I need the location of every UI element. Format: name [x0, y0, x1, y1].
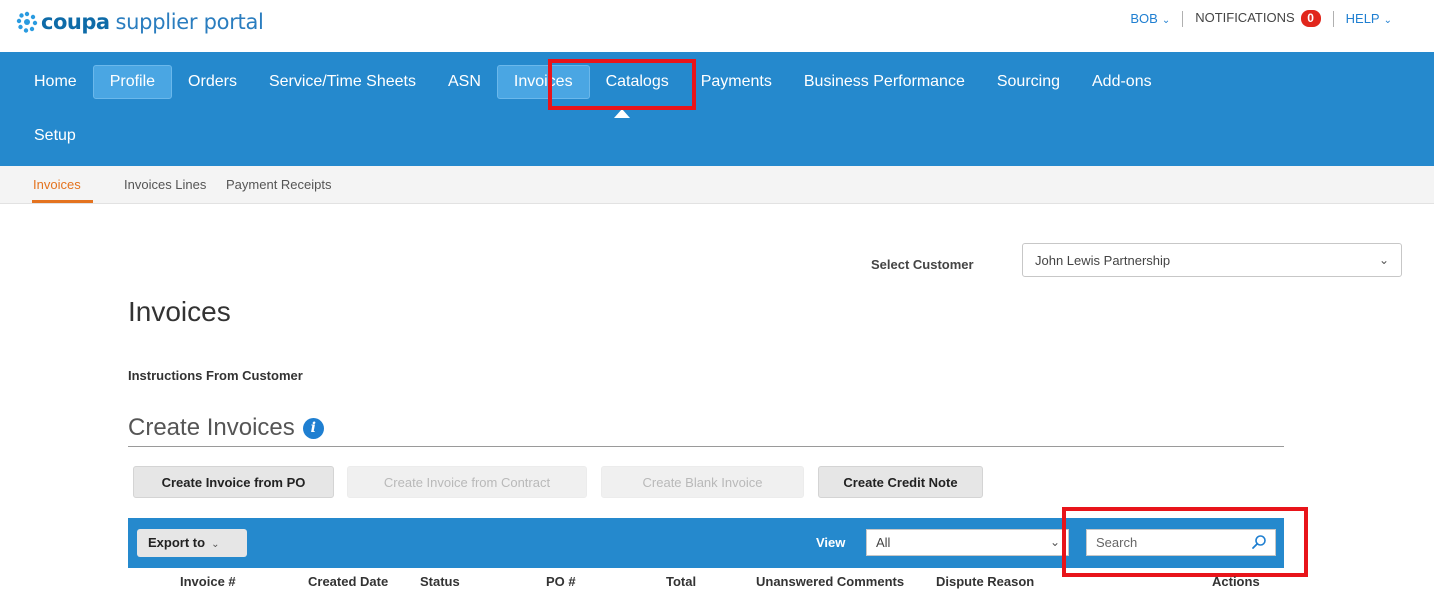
table-toolbar: Export to ⌄ View All ⌄	[128, 518, 1284, 568]
subnav-item-invoices-lines[interactable]: Invoices Lines	[124, 177, 206, 192]
nav-item-orders[interactable]: Orders	[172, 66, 253, 98]
view-select[interactable]: All ⌄	[866, 529, 1069, 556]
notifications-count-badge: 0	[1300, 10, 1321, 27]
notifications-label: NOTIFICATIONS	[1195, 10, 1295, 25]
instructions-heading: Instructions From Customer	[128, 368, 303, 383]
create-credit-note-button[interactable]: Create Credit Note	[818, 466, 983, 498]
column-header-created-date[interactable]: Created Date	[308, 574, 388, 589]
nav-item-sourcing[interactable]: Sourcing	[981, 66, 1076, 98]
account-links: BOB ⌄ NOTIFICATIONS 0 HELP ⌄	[1130, 10, 1392, 27]
subnav-item-payment-receipts[interactable]: Payment Receipts	[226, 177, 332, 192]
export-to-label: Export to	[148, 535, 206, 550]
column-header-invoice-number[interactable]: Invoice #	[180, 574, 236, 589]
export-to-button[interactable]: Export to ⌄	[137, 529, 247, 557]
subnav-item-invoices[interactable]: Invoices	[33, 177, 81, 192]
main-nav: Home Profile Orders Service/Time Sheets …	[0, 52, 1434, 166]
main-nav-row: Setup	[0, 118, 1434, 154]
create-blank-invoice-button[interactable]: Create Blank Invoice	[601, 466, 804, 498]
notifications-link[interactable]: NOTIFICATIONS 0	[1195, 10, 1321, 27]
active-subnav-underline	[32, 200, 93, 203]
user-name: BOB	[1130, 11, 1158, 26]
view-label: View	[816, 535, 846, 550]
help-label: HELP	[1345, 11, 1380, 26]
chevron-down-icon: ⌄	[1383, 15, 1392, 26]
search-icon[interactable]	[1251, 534, 1267, 550]
help-menu[interactable]: HELP ⌄	[1346, 11, 1392, 26]
column-header-dispute-reason[interactable]: Dispute Reason	[936, 574, 1034, 589]
chevron-down-icon: ⌄	[211, 539, 220, 550]
column-header-unanswered-comments[interactable]: Unanswered Comments	[756, 574, 904, 589]
user-menu[interactable]: BOB ⌄	[1130, 11, 1170, 26]
sub-nav: Invoices Invoices Lines Payment Receipts	[0, 166, 1434, 204]
section-divider	[128, 446, 1284, 447]
chevron-down-icon: ⌄	[1161, 15, 1171, 26]
select-customer-label: Select Customer	[871, 257, 974, 272]
search-input[interactable]	[1087, 530, 1242, 555]
separator	[1182, 10, 1184, 27]
column-header-actions: Actions	[1212, 574, 1260, 589]
nav-item-add-ons[interactable]: Add-ons	[1076, 66, 1168, 98]
view-select-value: All	[876, 535, 891, 550]
top-header: coupa supplier portal BOB ⌄ NOTIFICATIONS…	[0, 0, 1434, 52]
create-invoice-from-po-button[interactable]: Create Invoice from PO	[133, 466, 334, 498]
nav-item-business-performance[interactable]: Business Performance	[788, 66, 981, 98]
coupa-logo[interactable]: coupa supplier portal	[16, 6, 264, 38]
nav-item-catalogs[interactable]: Catalogs	[590, 66, 685, 98]
logo-tagline: supplier portal	[115, 10, 264, 34]
create-invoice-from-contract-button[interactable]: Create Invoice from Contract	[347, 466, 587, 498]
active-nav-caret-icon	[614, 109, 630, 118]
main-nav-row: Home Profile Orders Service/Time Sheets …	[0, 64, 1434, 100]
nav-item-payments[interactable]: Payments	[685, 66, 788, 98]
nav-item-service-time-sheets[interactable]: Service/Time Sheets	[253, 66, 432, 98]
info-icon[interactable]: i	[302, 417, 324, 439]
create-invoices-heading: Create Invoices i	[128, 414, 324, 442]
customer-select-value: John Lewis Partnership	[1035, 253, 1171, 268]
nav-item-asn[interactable]: ASN	[432, 66, 497, 98]
chevron-down-icon: ⌄	[1049, 535, 1060, 549]
invoices-table-header: Invoice # Created Date Status PO # Total…	[128, 568, 1284, 593]
column-header-total[interactable]: Total	[666, 574, 696, 589]
customer-select[interactable]: John Lewis Partnership ⌄	[1022, 243, 1402, 277]
nav-item-setup[interactable]: Setup	[18, 120, 92, 152]
chevron-down-icon: ⌄	[1378, 253, 1389, 267]
nav-item-profile[interactable]: Profile	[92, 65, 173, 99]
logo-brand-text: coupa	[41, 10, 110, 34]
create-invoices-title: Create Invoices	[128, 414, 295, 441]
nav-item-home[interactable]: Home	[18, 66, 93, 98]
column-header-status[interactable]: Status	[420, 574, 460, 589]
column-header-po-number[interactable]: PO #	[546, 574, 576, 589]
search-box[interactable]	[1086, 529, 1276, 556]
separator	[1332, 10, 1334, 27]
coupa-logo-icon	[16, 11, 38, 33]
page-title: Invoices	[128, 296, 231, 327]
nav-item-invoices[interactable]: Invoices	[496, 65, 590, 99]
